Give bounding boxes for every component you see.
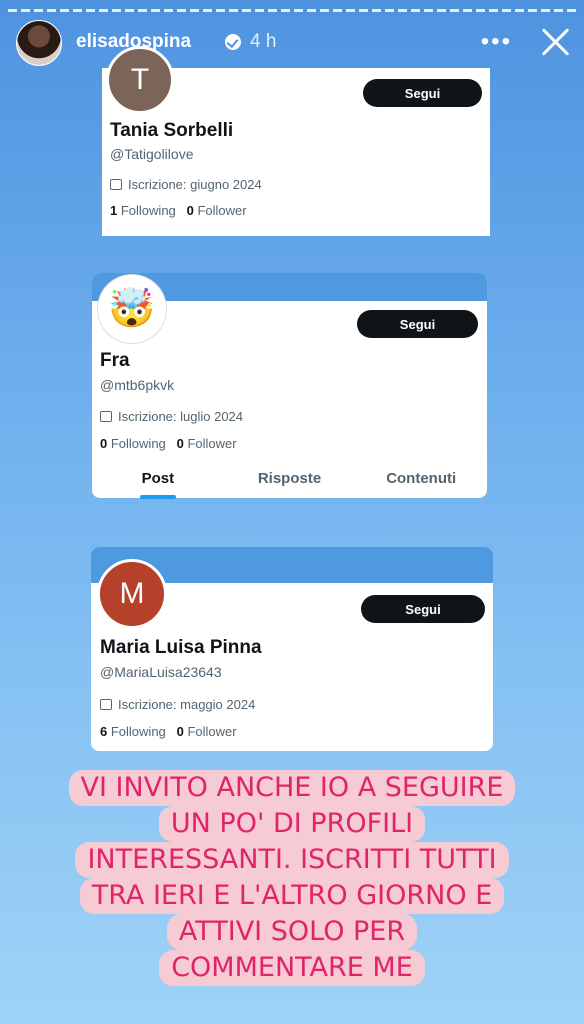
- avatar-1-initial: T: [130, 63, 150, 96]
- story-time: 4 h: [250, 31, 277, 52]
- caption-line-4: TRA IERI E L'ALTRO GIORNO E: [79, 878, 505, 914]
- avatar-2[interactable]: 🤯: [98, 275, 166, 343]
- follower-label-3[interactable]: Follower: [187, 724, 236, 739]
- caption-line-6: COMMENTARE ME: [159, 950, 425, 986]
- active-tab-indicator: [139, 495, 176, 499]
- story-avatar[interactable]: [16, 20, 62, 66]
- follow-button-1[interactable]: Segui: [363, 79, 482, 107]
- more-options-icon[interactable]: •••: [481, 28, 512, 56]
- verified-badge-icon: [225, 34, 241, 50]
- joined-text-3: Iscrizione: maggio 2024: [118, 697, 256, 712]
- profile-handle-3: @MariaLuisa23643: [100, 664, 222, 680]
- joined-date-1: Iscrizione: giugno 2024: [110, 177, 262, 192]
- story-header: elisadospina 4 h •••: [16, 20, 572, 66]
- calendar-icon: [110, 179, 122, 190]
- stats-3: 6 Following 0 Follower: [100, 724, 237, 739]
- calendar-icon: [100, 699, 112, 710]
- tab-contenuti[interactable]: Contenuti: [355, 470, 487, 487]
- profile-name-2: Fra: [100, 350, 130, 371]
- follower-label-1[interactable]: Follower: [197, 203, 246, 218]
- following-label-3[interactable]: Following: [111, 724, 166, 739]
- tab-post-label: Post: [141, 470, 175, 487]
- story-progress-bar: [8, 9, 576, 12]
- follow-button-3[interactable]: Segui: [361, 595, 485, 623]
- profile-name-3: Maria Luisa Pinna: [100, 637, 262, 658]
- follow-button-2[interactable]: Segui: [357, 310, 478, 338]
- tab-contenuti-label: Contenuti: [386, 470, 457, 487]
- follower-label-2[interactable]: Follower: [187, 436, 236, 451]
- tab-risposte-label: Risposte: [257, 470, 322, 487]
- avatar-3-initial: M: [119, 577, 145, 610]
- follower-count-1[interactable]: 0: [187, 203, 194, 218]
- caption-line-5: ATTIVI SOLO PER: [166, 914, 418, 950]
- caption-line-2: UN PO' DI PROFILI: [158, 806, 426, 842]
- joined-text-1: Iscrizione: giugno 2024: [128, 177, 262, 192]
- caption-line-3: INTERESSANTI. ISCRITTI TUTTI: [75, 842, 509, 878]
- avatar-2-emoji: 🤯: [108, 288, 156, 330]
- profile-tabs: Post Risposte Contenuti: [92, 470, 487, 499]
- follower-count-2[interactable]: 0: [177, 436, 184, 451]
- calendar-icon: [100, 411, 112, 422]
- stats-2: 0 Following 0 Follower: [100, 436, 237, 451]
- profile-card-2: 🤯 Segui Fra @mtb6pkvk Iscrizione: luglio…: [92, 273, 487, 499]
- profile-name-1: Tania Sorbelli: [110, 120, 234, 141]
- following-label-1[interactable]: Following: [121, 203, 176, 218]
- stats-1: 1 Following 0 Follower: [110, 203, 247, 218]
- following-label-2[interactable]: Following: [111, 436, 166, 451]
- joined-date-3: Iscrizione: maggio 2024: [100, 697, 255, 712]
- tab-risposte[interactable]: Risposte: [224, 470, 356, 487]
- follower-count-3[interactable]: 0: [177, 724, 184, 739]
- profile-handle-1: @Tatigolilove: [110, 146, 194, 162]
- avatar-1[interactable]: T: [106, 46, 174, 114]
- tab-post[interactable]: Post: [92, 470, 224, 499]
- profile-handle-2: @mtb6pkvk: [100, 377, 175, 393]
- profile-card-1: T Segui Tania Sorbelli @Tatigolilove Isc…: [102, 46, 490, 236]
- joined-date-2: Iscrizione: luglio 2024: [100, 409, 243, 424]
- caption-line-1: VI INVITO ANCHE IO A SEGUIRE: [68, 770, 516, 806]
- joined-text-2: Iscrizione: luglio 2024: [118, 409, 244, 424]
- following-count-1[interactable]: 1: [110, 203, 117, 218]
- profile-card-3: M Segui Maria Luisa Pinna @MariaLuisa236…: [91, 547, 493, 751]
- close-icon[interactable]: [540, 26, 572, 58]
- story-caption: VI INVITO ANCHE IO A SEGUIRE UN PO' DI P…: [60, 770, 524, 986]
- following-count-2[interactable]: 0: [100, 436, 107, 451]
- following-count-3[interactable]: 6: [100, 724, 107, 739]
- avatar-3[interactable]: M: [97, 559, 167, 629]
